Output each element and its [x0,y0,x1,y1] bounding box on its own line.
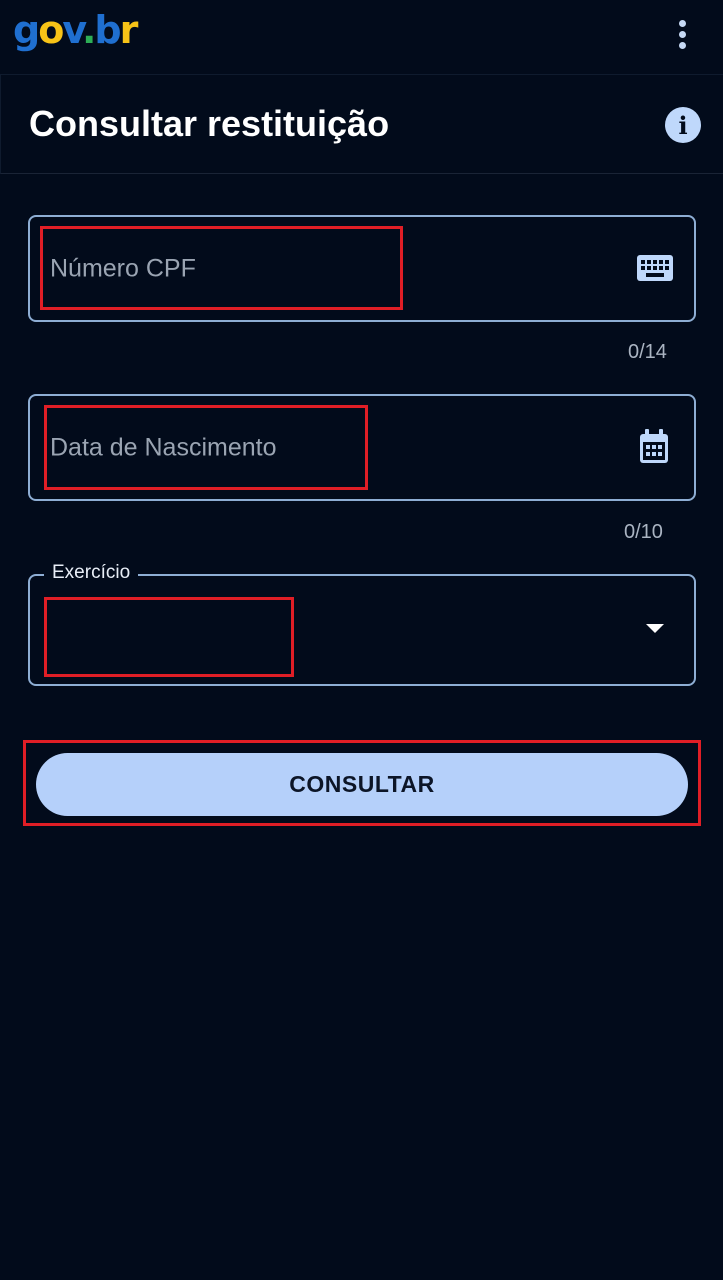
title-bar: Consultar restituição i [0,74,723,174]
govbr-logo[interactable]: gov.br [13,4,139,56]
exercise-select[interactable]: Exercício [28,562,696,686]
keyboard-icon[interactable] [637,255,673,281]
exercise-label: Exercício [44,562,139,584]
birth-date-input[interactable]: Data de Nascimento [28,394,696,501]
info-icon[interactable]: i [665,107,701,143]
menu-dot [678,30,686,38]
birth-date-counter: 0/10 [624,521,663,543]
kebab-menu-icon[interactable] [668,12,696,56]
logo-letter-v: v [62,8,84,52]
logo-letter-o: o [38,8,64,52]
logo-dot: . [81,8,97,52]
logo-letter-r: r [119,8,139,52]
cpf-placeholder: Número CPF [50,254,196,282]
birth-date-placeholder: Data de Nascimento [50,433,277,461]
menu-dot [678,41,686,49]
cpf-input[interactable]: Número CPF [28,215,696,322]
menu-dot [678,19,686,27]
calendar-icon[interactable] [638,429,670,465]
app-header: gov.br [0,0,723,74]
consultar-button[interactable]: CONSULTAR [36,753,688,816]
info-glyph: i [678,110,688,140]
logo-letter-b: b [94,8,121,52]
cpf-counter: 0/14 [628,341,667,363]
page-title: Consultar restituição [29,103,390,144]
logo-letter-g: g [13,8,40,52]
dropdown-caret-icon[interactable] [646,624,664,633]
